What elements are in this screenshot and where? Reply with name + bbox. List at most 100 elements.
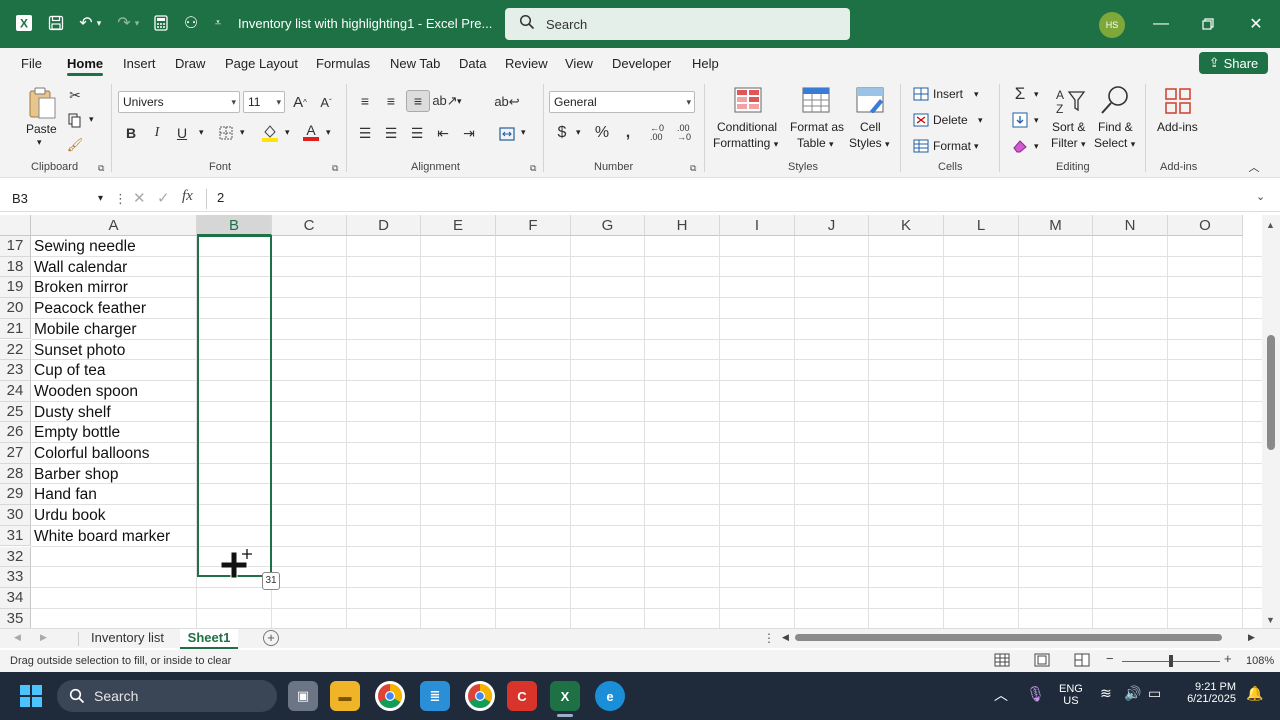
cell-a[interactable]: Sewing needle [34, 237, 136, 257]
more-options-icon[interactable]: ⋮ [114, 191, 127, 207]
name-box[interactable]: B3 ▾ [7, 188, 107, 210]
align-right-icon[interactable]: ☰ [408, 124, 426, 142]
row-header[interactable]: 25 [0, 401, 31, 423]
borders-icon[interactable] [217, 123, 235, 143]
fill-icon[interactable] [1011, 110, 1029, 130]
insert-cells-icon[interactable] [913, 86, 929, 102]
percent-icon[interactable]: % [592, 123, 612, 143]
tab-data[interactable]: Data [459, 56, 486, 71]
sort-filter-label[interactable]: Sort & [1052, 120, 1085, 134]
column-header-b[interactable]: B [197, 215, 272, 236]
column-header-n[interactable]: N [1093, 215, 1168, 236]
cell-a[interactable]: Wooden spoon [34, 382, 138, 402]
orientation-dropdown-icon[interactable]: ▾ [457, 96, 462, 107]
cancel-entry-icon[interactable]: ✕ [133, 189, 146, 207]
customize-toolbar-icon[interactable]: ⩡ [207, 12, 229, 34]
cell-a[interactable]: Colorful balloons [34, 444, 149, 464]
select-all-corner[interactable] [0, 215, 31, 236]
language-indicator[interactable]: ENG US [1059, 683, 1083, 707]
autosum-icon[interactable]: Σ [1011, 84, 1029, 104]
row-header[interactable]: 21 [0, 318, 31, 340]
decrease-indent-icon[interactable]: ⇤ [434, 124, 452, 142]
cell-a[interactable]: Dusty shelf [34, 403, 111, 423]
clipboard-launcher-icon[interactable]: ⧉ [98, 163, 104, 174]
insert-dropdown-icon[interactable]: ▾ [974, 89, 979, 100]
tab-file[interactable]: File [21, 56, 42, 71]
volume-icon[interactable]: 🔊 [1124, 685, 1141, 702]
column-header-e[interactable]: E [421, 215, 496, 236]
calculator-icon[interactable] [150, 12, 172, 34]
decrease-font-icon[interactable]: Aˇ [317, 92, 335, 112]
cell-a[interactable]: Hand fan [34, 485, 97, 505]
undo-dropdown-icon[interactable]: ▾ [93, 12, 105, 34]
excel-taskbar-icon[interactable]: X [550, 681, 580, 711]
format-as-table-icon[interactable] [801, 86, 831, 114]
format-cells-icon[interactable] [913, 138, 929, 154]
save-icon[interactable] [45, 12, 67, 34]
align-bottom-icon[interactable]: ≡ [406, 90, 430, 112]
zoom-slider-thumb[interactable] [1169, 655, 1173, 667]
align-left-icon[interactable]: ☰ [356, 124, 374, 142]
wifi-icon[interactable]: ≋ [1100, 685, 1112, 702]
row-header[interactable]: 28 [0, 463, 31, 485]
paste-dropdown-icon[interactable]: ▾ [37, 137, 42, 148]
zoom-level[interactable]: 108% [1246, 655, 1274, 667]
cell-a[interactable]: Wall calendar [34, 258, 127, 278]
format-as-table-label-2[interactable]: Table ▾ [797, 136, 834, 150]
formula-input[interactable]: 2 [217, 190, 224, 205]
edge-icon[interactable]: e [595, 681, 625, 711]
add-ins-label[interactable]: Add-ins [1157, 120, 1198, 134]
row-header[interactable]: 30 [0, 505, 31, 526]
copy-dropdown-icon[interactable]: ▾ [89, 114, 94, 125]
tab-help[interactable]: Help [692, 56, 719, 71]
tab-review[interactable]: Review [505, 56, 548, 71]
format-cells-label[interactable]: Format [933, 139, 971, 153]
horizontal-scroll-thumb[interactable] [795, 634, 1222, 641]
tab-home[interactable]: Home [67, 56, 103, 71]
row-header[interactable]: 18 [0, 256, 31, 278]
column-header-k[interactable]: K [869, 215, 944, 236]
column-header-h[interactable]: H [645, 215, 720, 236]
more-options-icon[interactable]: ⋮ [763, 631, 775, 645]
increase-indent-icon[interactable]: ⇥ [460, 124, 478, 142]
italic-icon[interactable]: I [149, 123, 165, 143]
row-header[interactable]: 20 [0, 298, 31, 319]
format-as-table-label[interactable]: Format as [790, 120, 844, 134]
cell-styles-icon[interactable] [855, 86, 885, 114]
cut-icon[interactable]: ✂ [66, 86, 84, 104]
increase-decimal-icon[interactable]: ←0.00 [646, 123, 668, 143]
scroll-down-icon[interactable]: ▼ [1266, 615, 1275, 625]
notepad-icon[interactable]: ≣ [420, 681, 450, 711]
scroll-right-icon[interactable]: ▶ [1248, 632, 1255, 643]
column-header-l[interactable]: L [944, 215, 1019, 236]
cell-a[interactable]: Barber shop [34, 465, 118, 485]
title-search-box[interactable]: Search [505, 8, 850, 40]
column-header-a[interactable]: A [31, 215, 197, 236]
align-top-icon[interactable]: ≡ [356, 92, 374, 110]
cell-styles-label[interactable]: Cell [860, 120, 881, 134]
cell-a[interactable]: Urdu book [34, 506, 106, 526]
column-header-i[interactable]: I [720, 215, 795, 236]
conditional-formatting-icon[interactable] [733, 86, 763, 114]
find-select-icon[interactable] [1098, 84, 1132, 116]
copy-icon[interactable] [66, 111, 84, 129]
cell-a[interactable]: Peacock feather [34, 299, 146, 319]
sort-filter-label-2[interactable]: Filter ▾ [1051, 136, 1086, 150]
currency-icon[interactable]: $ [554, 123, 570, 143]
tab-insert[interactable]: Insert [123, 56, 156, 71]
vertical-scroll-thumb[interactable] [1267, 335, 1275, 450]
borders-dropdown-icon[interactable]: ▾ [240, 127, 245, 138]
vertical-scrollbar[interactable]: ▲ ▼ [1262, 215, 1280, 628]
tab-developer[interactable]: Developer [612, 56, 671, 71]
column-header-d[interactable]: D [347, 215, 421, 236]
zoom-out-icon[interactable]: − [1106, 651, 1114, 666]
font-size-select[interactable]: 11 ▾ [243, 91, 285, 113]
column-header-m[interactable]: M [1019, 215, 1093, 236]
insert-function-icon[interactable]: fx [182, 188, 193, 205]
redo-dropdown-icon[interactable]: ▾ [131, 12, 143, 34]
autosum-dropdown-icon[interactable]: ▾ [1034, 89, 1039, 100]
format-painter-icon[interactable]: 🖌 [66, 136, 84, 154]
windows-start-icon[interactable] [20, 685, 42, 707]
increase-font-icon[interactable]: A ^ [291, 92, 309, 112]
add-ins-icon[interactable] [1163, 86, 1193, 116]
